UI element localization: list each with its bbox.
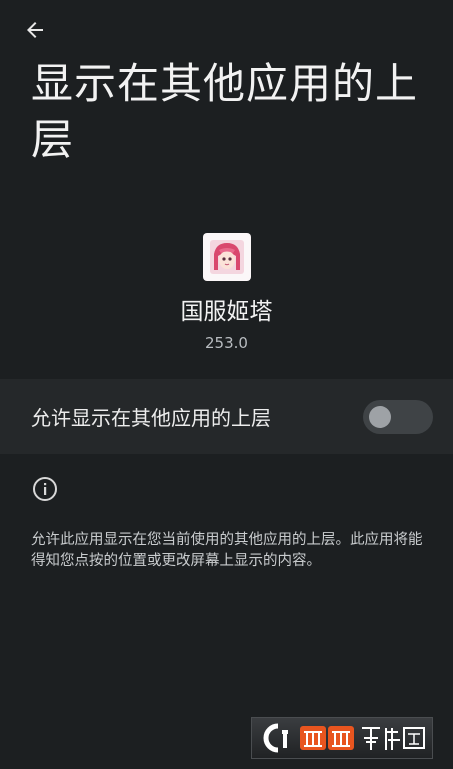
- app-header: 国服姬塔 253.0: [0, 233, 453, 353]
- app-avatar-icon: [209, 240, 244, 274]
- app-icon: [202, 233, 251, 281]
- back-button[interactable]: [14, 12, 56, 48]
- overlay-permission-label: 允许显示在其他应用的上层: [31, 406, 271, 430]
- info-icon: [33, 477, 57, 501]
- overlay-permission-switch[interactable]: [363, 399, 433, 434]
- app-name: 国服姬塔: [180, 299, 273, 325]
- switch-thumb: [369, 405, 391, 428]
- watermark-logo: [251, 717, 433, 759]
- watermark-logo-graphic: [263, 723, 425, 753]
- page-title: 显示在其他应用的上层: [31, 59, 419, 164]
- app-version: 253.0: [205, 334, 248, 352]
- permission-description: 允许此应用显示在您当前使用的其他应用的上层。此应用将能得知您点按的位置或更改屏幕…: [31, 532, 423, 569]
- overlay-permission-row[interactable]: 允许显示在其他应用的上层: [0, 379, 453, 454]
- arrow-back-icon: [27, 22, 43, 38]
